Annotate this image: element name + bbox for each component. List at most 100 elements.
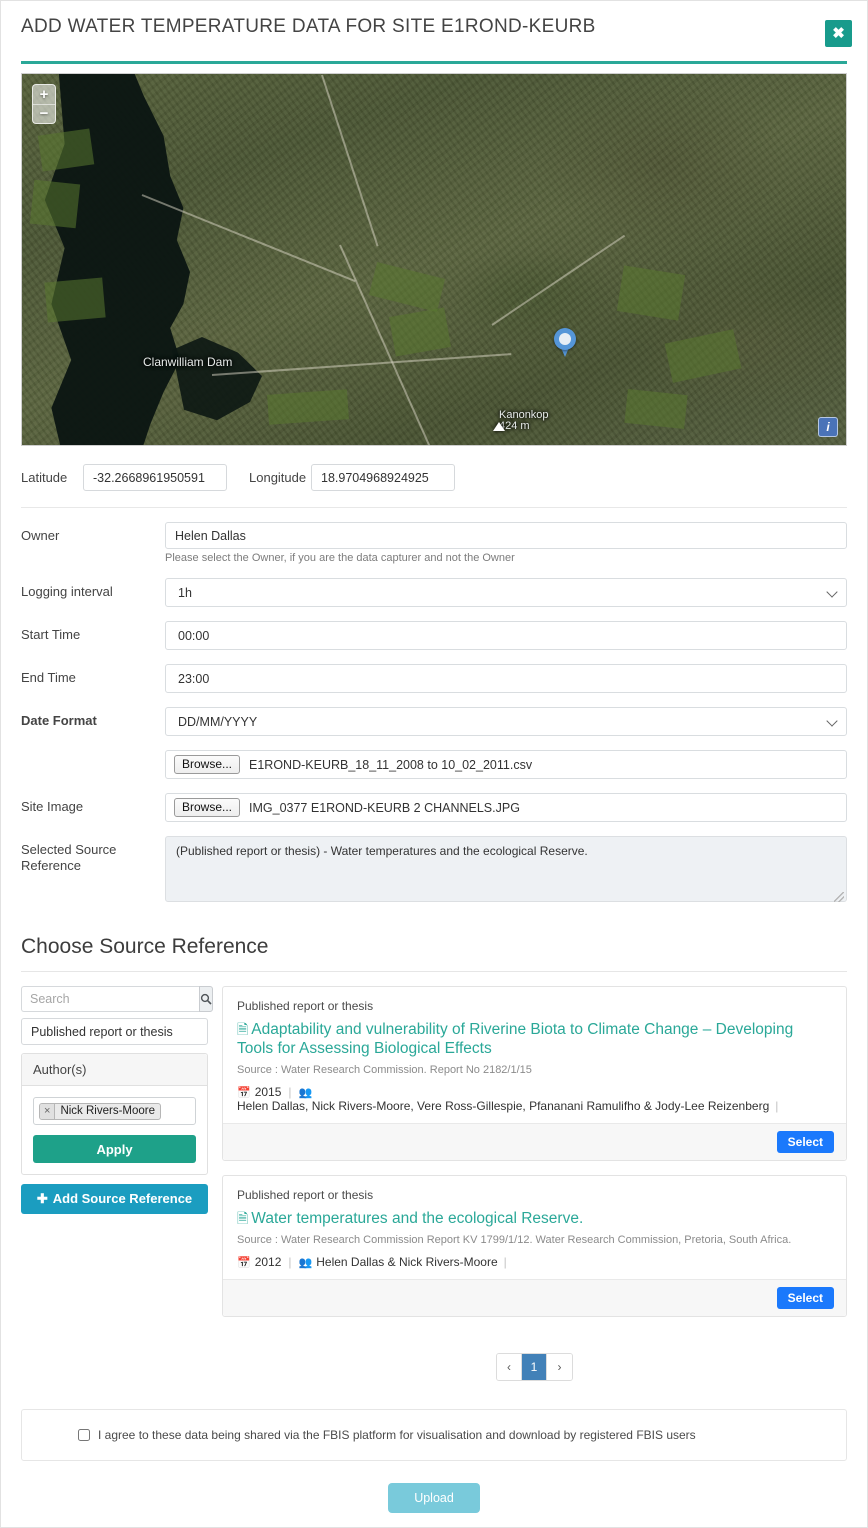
search-input[interactable] xyxy=(21,986,199,1012)
search-icon[interactable] xyxy=(199,986,213,1012)
pagination-group: ‹ 1 › xyxy=(496,1353,573,1381)
remove-author-tag-icon[interactable]: × xyxy=(40,1104,56,1119)
reference-card-body: Published report or thesis 🗎 Water temper… xyxy=(223,1176,846,1279)
pdf-icon: 🗎 xyxy=(237,1210,249,1226)
site-image-label: Site Image xyxy=(21,799,84,814)
pagination-page-1[interactable]: 1 xyxy=(522,1354,547,1380)
reference-type-filter-select[interactable] xyxy=(21,1018,208,1045)
meta-separator: | xyxy=(288,1085,292,1099)
authors-icon: 👥 xyxy=(298,1256,313,1269)
reference-meta: 📅 2015 | 👥 Helen Dallas, Nick Rivers-Moore… xyxy=(237,1085,832,1113)
search-glyph xyxy=(200,993,212,1005)
zoom-out-button[interactable]: − xyxy=(33,104,55,123)
reference-type: Published report or thesis xyxy=(237,999,374,1013)
reference-card-body: Published report or thesis 🗎 Adaptability… xyxy=(223,987,846,1123)
start-time-input[interactable] xyxy=(165,621,847,650)
browse-data-file-button[interactable]: Browse... xyxy=(174,755,241,774)
pagination: ‹ 1 › xyxy=(222,1353,847,1381)
page-title: ADD WATER TEMPERATURE DATA FOR SITE E1RO… xyxy=(21,16,596,37)
data-file-name: E1ROND-KEURB_18_11_2008 to 10_02_2011.cs… xyxy=(249,757,533,772)
selected-source-reference-label-line2: Reference xyxy=(21,858,81,873)
calendar-icon: 📅 xyxy=(237,1086,251,1099)
map-imagery: Clanwilliam Dam Kanonkop 424 m xyxy=(22,74,846,445)
plus-icon: ✚ xyxy=(36,1191,48,1206)
reference-card-footer: Select xyxy=(223,1123,846,1160)
selected-source-reference-textarea[interactable]: (Published report or thesis) - Water tem… xyxy=(165,836,847,902)
map-field-patch xyxy=(624,388,688,430)
pagination-next-button[interactable]: › xyxy=(547,1354,572,1380)
map-info-icon[interactable]: i xyxy=(818,417,838,437)
reference-card: Published report or thesis 🗎 Water temper… xyxy=(222,1175,847,1317)
select-reference-button[interactable]: Select xyxy=(776,1287,834,1309)
site-image-input[interactable]: Browse... IMG_0377 E1ROND-KEURB 2 CHANNE… xyxy=(165,793,847,822)
date-format-label: Date Format xyxy=(21,713,97,728)
map-zoom-controls[interactable]: + − xyxy=(32,84,56,124)
reference-year: 2015 xyxy=(254,1085,282,1099)
end-time-row: End Time xyxy=(21,664,847,693)
add-water-temperature-modal: ADD WATER TEMPERATURE DATA FOR SITE E1RO… xyxy=(0,0,868,1528)
source-reference-results: Published report or thesis 🗎 Adaptability… xyxy=(222,986,847,1381)
start-time-label: Start Time xyxy=(21,627,81,642)
date-format-select[interactable] xyxy=(165,707,847,736)
author-tag[interactable]: × Nick Rivers-Moore xyxy=(39,1103,162,1120)
latitude-input[interactable] xyxy=(83,464,227,491)
reference-meta: 📅 2012 | 👥 Helen Dallas & Nick Rivers-Moor… xyxy=(237,1255,832,1269)
choose-source-divider xyxy=(21,971,847,972)
data-file-input[interactable]: Browse... E1ROND-KEURB_18_11_2008 to 10_… xyxy=(165,750,847,779)
form-divider xyxy=(21,507,847,508)
latitude-label: Latitude xyxy=(21,470,68,485)
upload-row: Upload xyxy=(1,1483,867,1513)
owner-row: Owner Please select the Owner, if you ar… xyxy=(21,522,847,564)
reference-source: Source : Water Research Commission. Repo… xyxy=(237,1064,532,1076)
reference-authors: Helen Dallas & Nick Rivers-Moore xyxy=(316,1255,498,1269)
zoom-in-button[interactable]: + xyxy=(33,85,55,104)
reference-title-link[interactable]: 🗎 Water temperatures and the ecological R… xyxy=(237,1209,832,1228)
close-icon[interactable]: ✖ xyxy=(825,20,852,47)
authors-filter-title: Author(s) xyxy=(22,1054,207,1086)
calendar-icon: 📅 xyxy=(237,1256,251,1269)
source-filters-panel: Author(s) × Nick Rivers-Moore Apply ✚ Add… xyxy=(21,986,213,1381)
apply-filters-button[interactable]: Apply xyxy=(33,1135,196,1163)
data-file-label xyxy=(21,750,165,756)
logging-interval-row: Logging interval xyxy=(21,578,847,607)
owner-input[interactable] xyxy=(165,522,847,549)
select-reference-button[interactable]: Select xyxy=(776,1131,834,1153)
selected-source-reference-label: Selected Source Reference xyxy=(21,836,165,874)
upload-button[interactable]: Upload xyxy=(388,1483,480,1513)
agreement-label: I agree to these data being shared via t… xyxy=(98,1428,696,1442)
reference-type: Published report or thesis xyxy=(237,1188,374,1202)
reference-card-footer: Select xyxy=(223,1279,846,1316)
map-site-pin-icon[interactable] xyxy=(554,328,576,358)
authors-filter-body: × Nick Rivers-Moore Apply xyxy=(22,1086,207,1174)
reference-card: Published report or thesis 🗎 Adaptability… xyxy=(222,986,847,1161)
map-field-patch xyxy=(267,389,349,425)
site-map[interactable]: Clanwilliam Dam Kanonkop 424 m + − i xyxy=(21,73,847,446)
author-tag-label: Nick Rivers-Moore xyxy=(60,1105,156,1117)
reference-authors: Helen Dallas, Nick Rivers-Moore, Vere Ro… xyxy=(237,1099,770,1113)
longitude-label: Longitude xyxy=(249,470,307,485)
logging-interval-select[interactable] xyxy=(165,578,847,607)
browse-site-image-button[interactable]: Browse... xyxy=(174,798,241,817)
pagination-prev-button[interactable]: ‹ xyxy=(497,1354,522,1380)
reference-title-link[interactable]: 🗎 Adaptability and vulnerability of River… xyxy=(237,1020,832,1058)
owner-help-text: Please select the Owner, if you are the … xyxy=(165,552,515,564)
coordinates-row: Latitude Longitude xyxy=(21,464,847,491)
add-source-reference-label: Add Source Reference xyxy=(52,1191,193,1206)
choose-source-body: Author(s) × Nick Rivers-Moore Apply ✚ Add… xyxy=(21,986,847,1381)
reference-title-text: Adaptability and vulnerability of Riveri… xyxy=(237,1021,794,1057)
meta-end-separator: | xyxy=(503,1255,507,1269)
map-field-patch xyxy=(44,277,106,323)
selected-source-reference-row: Selected Source Reference (Published rep… xyxy=(21,836,847,905)
add-source-reference-button[interactable]: ✚ Add Source Reference xyxy=(21,1184,208,1214)
agreement-row: I agree to these data being shared via t… xyxy=(42,1428,826,1442)
authors-tag-input[interactable]: × Nick Rivers-Moore xyxy=(33,1097,196,1125)
search-row xyxy=(21,986,213,1012)
modal-header: ADD WATER TEMPERATURE DATA FOR SITE E1RO… xyxy=(1,1,867,53)
authors-filter-panel: Author(s) × Nick Rivers-Moore Apply xyxy=(21,1053,208,1175)
data-file-row: Browse... E1ROND-KEURB_18_11_2008 to 10_… xyxy=(21,750,847,779)
end-time-label: End Time xyxy=(21,670,76,685)
agreement-checkbox[interactable] xyxy=(78,1429,90,1441)
site-image-file-name: IMG_0377 E1ROND-KEURB 2 CHANNELS.JPG xyxy=(249,800,520,815)
longitude-input[interactable] xyxy=(311,464,455,491)
end-time-input[interactable] xyxy=(165,664,847,693)
